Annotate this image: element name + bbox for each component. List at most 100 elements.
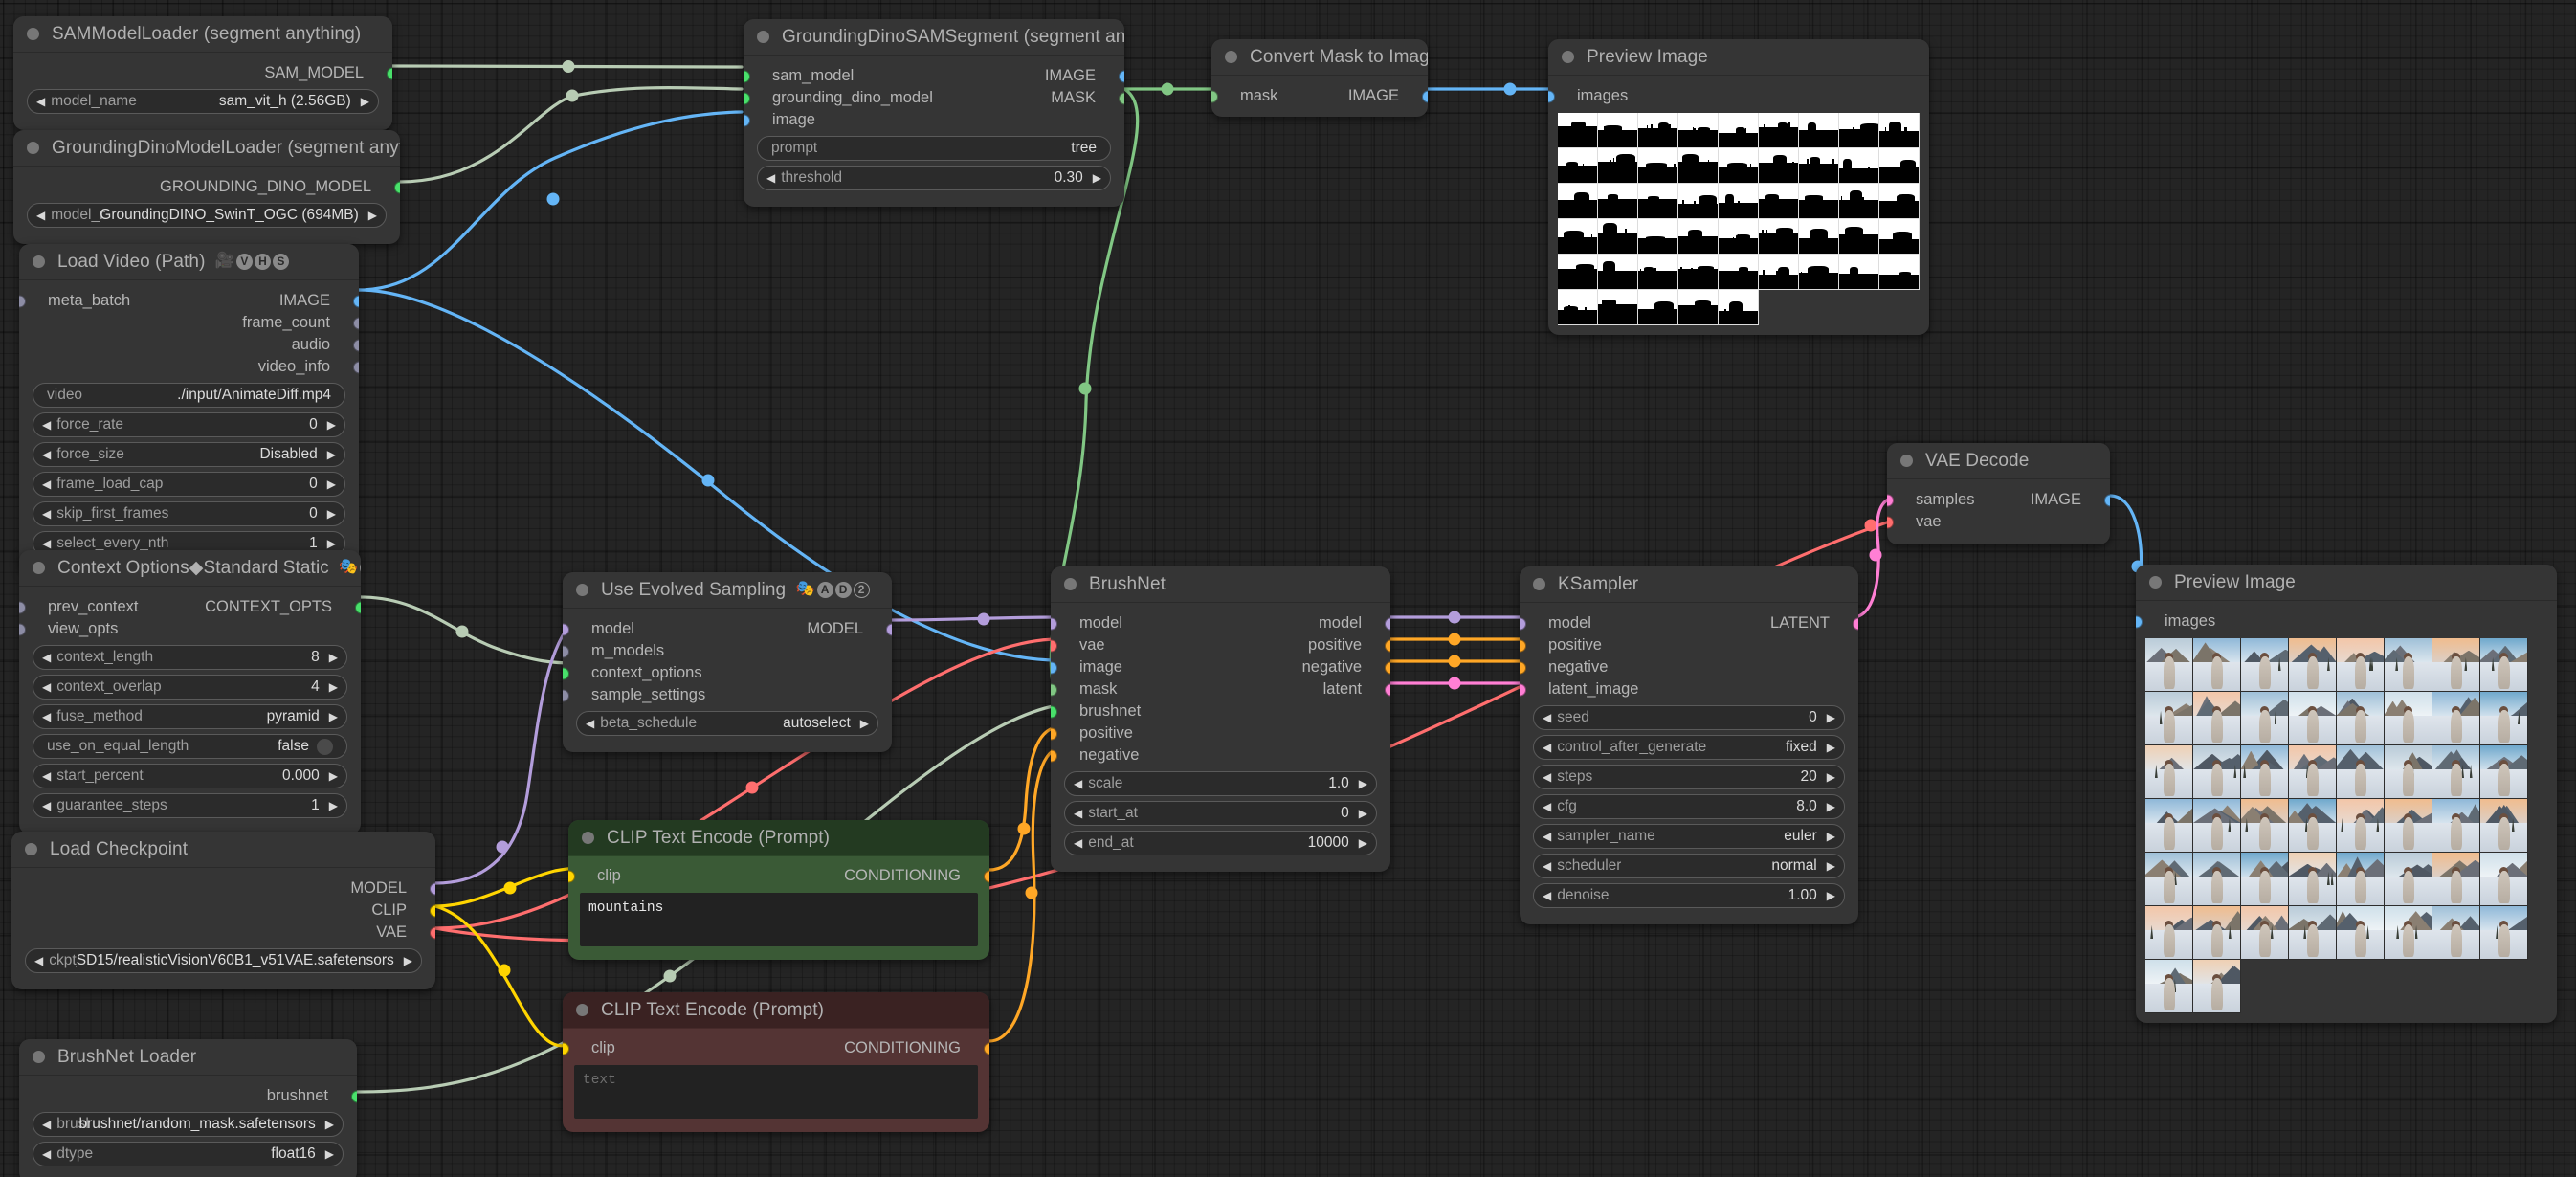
widget-force-size[interactable]: ◀ force_size Disabled ▶	[33, 442, 345, 467]
result-thumbnail[interactable]	[2337, 906, 2385, 960]
chevron-right-icon[interactable]: ▶	[329, 769, 338, 783]
widget-frame-load-cap[interactable]: ◀ frame_load_cap 0 ▶	[33, 472, 345, 497]
output-pin-model[interactable]	[1385, 617, 1391, 630]
input-slot-image[interactable]: image	[744, 109, 1124, 131]
output-pin-latent[interactable]	[1385, 683, 1391, 696]
output-slot-sam-model[interactable]: SAM_MODEL	[13, 62, 392, 84]
output-pin-image[interactable]	[2104, 494, 2111, 506]
output-slot-model[interactable]: model	[1051, 612, 1390, 634]
chevron-left-icon[interactable]: ◀	[586, 717, 594, 730]
mask-thumbnail[interactable]	[1638, 148, 1678, 184]
result-thumbnail[interactable]	[2241, 853, 2289, 906]
widget-context-length[interactable]: ◀ context_length 8 ▶	[33, 645, 347, 670]
node-header[interactable]: SAMModelLoader (segment anything)	[13, 16, 392, 53]
node-header[interactable]: BrushNet Loader	[19, 1039, 357, 1076]
chevron-left-icon[interactable]: ◀	[42, 507, 51, 521]
result-thumbnail[interactable]	[2480, 853, 2528, 906]
widget-dtype[interactable]: ◀ dtype float16 ▶	[33, 1142, 344, 1166]
output-slot-latent[interactable]: LATENT	[1520, 612, 1858, 634]
mask-thumbnail[interactable]	[1839, 219, 1879, 255]
collapse-icon[interactable]	[576, 584, 588, 596]
chevron-right-icon[interactable]: ▶	[404, 954, 412, 967]
result-thumbnail[interactable]	[2241, 799, 2289, 853]
result-thumbnail[interactable]	[2337, 799, 2385, 853]
node-preview-image-mask[interactable]: Preview Image images	[1548, 39, 1929, 335]
chevron-right-icon[interactable]: ▶	[1359, 777, 1367, 790]
mask-thumbnail[interactable]	[1719, 255, 1759, 290]
mask-thumbnail[interactable]	[1678, 113, 1719, 148]
input-pin-m-models[interactable]	[563, 645, 569, 657]
collapse-icon[interactable]	[33, 562, 45, 574]
collapse-icon[interactable]	[25, 843, 37, 855]
chevron-left-icon[interactable]: ◀	[1074, 807, 1082, 820]
node-header[interactable]: Load Video (Path) 🎥 V H S	[19, 244, 359, 280]
result-thumbnail[interactable]	[2385, 638, 2432, 692]
output-slot-audio[interactable]: audio	[19, 334, 359, 356]
result-thumbnail[interactable]	[2145, 799, 2193, 853]
mask-thumbnail[interactable]	[1799, 113, 1839, 148]
widget-sampler-name[interactable]: ◀ sampler_name euler ▶	[1533, 824, 1845, 849]
output-slot-latent[interactable]: latent	[1051, 678, 1390, 700]
input-pin-images[interactable]	[1548, 90, 1555, 102]
chevron-right-icon[interactable]: ▶	[329, 651, 338, 664]
mask-thumbnail[interactable]	[1638, 290, 1678, 325]
chevron-right-icon[interactable]: ▶	[1359, 836, 1367, 850]
node-graph-canvas[interactable]: SAMModelLoader (segment anything) SAM_MO…	[0, 0, 2576, 1177]
chevron-right-icon[interactable]: ▶	[1827, 800, 1835, 813]
node-preview-image-result[interactable]: Preview Image images	[2136, 565, 2557, 1023]
result-thumbnail[interactable]	[2385, 692, 2432, 745]
mask-thumbnail[interactable]	[1879, 148, 1920, 184]
input-pin-image[interactable]	[744, 114, 750, 126]
chevron-right-icon[interactable]: ▶	[325, 1118, 334, 1131]
chevron-right-icon[interactable]: ▶	[329, 680, 338, 694]
output-slot-frame-count[interactable]: frame_count	[19, 312, 359, 334]
mask-thumbnail[interactable]	[1799, 219, 1839, 255]
output-slot-image[interactable]: IMAGE	[19, 290, 359, 312]
output-pin-frame-count[interactable]	[353, 317, 360, 329]
chevron-left-icon[interactable]: ◀	[1543, 800, 1551, 813]
output-slot-clip[interactable]: CLIP	[11, 899, 435, 922]
widget-model-name[interactable]: ◀ model_name sam_vit_h (2.56GB) ▶	[27, 89, 379, 114]
result-thumbnail[interactable]	[2337, 853, 2385, 906]
mask-thumbnail[interactable]	[1839, 113, 1879, 148]
node-context-options[interactable]: Context Options◆Standard Static 🎭 A D pr…	[19, 550, 361, 834]
mask-thumbnail[interactable]	[1719, 184, 1759, 219]
chevron-left-icon[interactable]: ◀	[1543, 711, 1551, 724]
chevron-left-icon[interactable]: ◀	[42, 769, 51, 783]
output-pin-audio[interactable]	[353, 339, 360, 351]
widget-start-percent[interactable]: ◀ start_percent 0.000 ▶	[33, 764, 347, 788]
result-thumbnail[interactable]	[2145, 745, 2193, 799]
input-pin-context-options[interactable]	[563, 667, 569, 679]
chevron-left-icon[interactable]: ◀	[36, 95, 45, 108]
node-load-video-path[interactable]: Load Video (Path) 🎥 V H S meta_batch IMA…	[19, 244, 359, 572]
widget-brushnet[interactable]: ◀ brushnet brushnet/random_mask.safetens…	[33, 1112, 344, 1137]
result-thumbnail[interactable]	[2241, 692, 2289, 745]
chevron-left-icon[interactable]: ◀	[1543, 889, 1551, 902]
result-thumbnail[interactable]	[2432, 853, 2480, 906]
chevron-right-icon[interactable]: ▶	[368, 209, 377, 222]
chevron-left-icon[interactable]: ◀	[42, 799, 51, 812]
input-slot-negative[interactable]: negative	[1520, 656, 1858, 678]
node-header[interactable]: Use Evolved Sampling 🎭 A D 2	[563, 572, 892, 609]
collapse-icon[interactable]	[1533, 578, 1545, 590]
chevron-right-icon[interactable]: ▶	[329, 710, 338, 723]
chevron-right-icon[interactable]: ▶	[329, 799, 338, 812]
result-thumbnail[interactable]	[2432, 692, 2480, 745]
widget-ckpt-name[interactable]: ◀ ckpt_name SD15/realisticVisionV60B1_v5…	[25, 948, 422, 973]
chevron-left-icon[interactable]: ◀	[1074, 777, 1082, 790]
output-pin-mask[interactable]	[1119, 92, 1125, 104]
mask-thumbnail[interactable]	[1839, 184, 1879, 219]
result-thumbnail[interactable]	[2193, 745, 2241, 799]
mask-thumbnail[interactable]	[1759, 148, 1799, 184]
result-thumbnail[interactable]	[2337, 745, 2385, 799]
output-slot-vae[interactable]: VAE	[11, 922, 435, 944]
widget-beta-schedule[interactable]: ◀ beta_schedule autoselect ▶	[576, 711, 878, 736]
chevron-right-icon[interactable]: ▶	[327, 448, 336, 461]
node-header[interactable]: CLIP Text Encode (Prompt)	[563, 992, 989, 1029]
collapse-icon[interactable]	[582, 832, 594, 844]
chevron-left-icon[interactable]: ◀	[1543, 859, 1551, 873]
result-thumbnail[interactable]	[2193, 799, 2241, 853]
widget-scheduler[interactable]: ◀ scheduler normal ▶	[1533, 854, 1845, 878]
mask-thumbnail[interactable]	[1799, 255, 1839, 290]
result-thumbnail[interactable]	[2241, 906, 2289, 960]
